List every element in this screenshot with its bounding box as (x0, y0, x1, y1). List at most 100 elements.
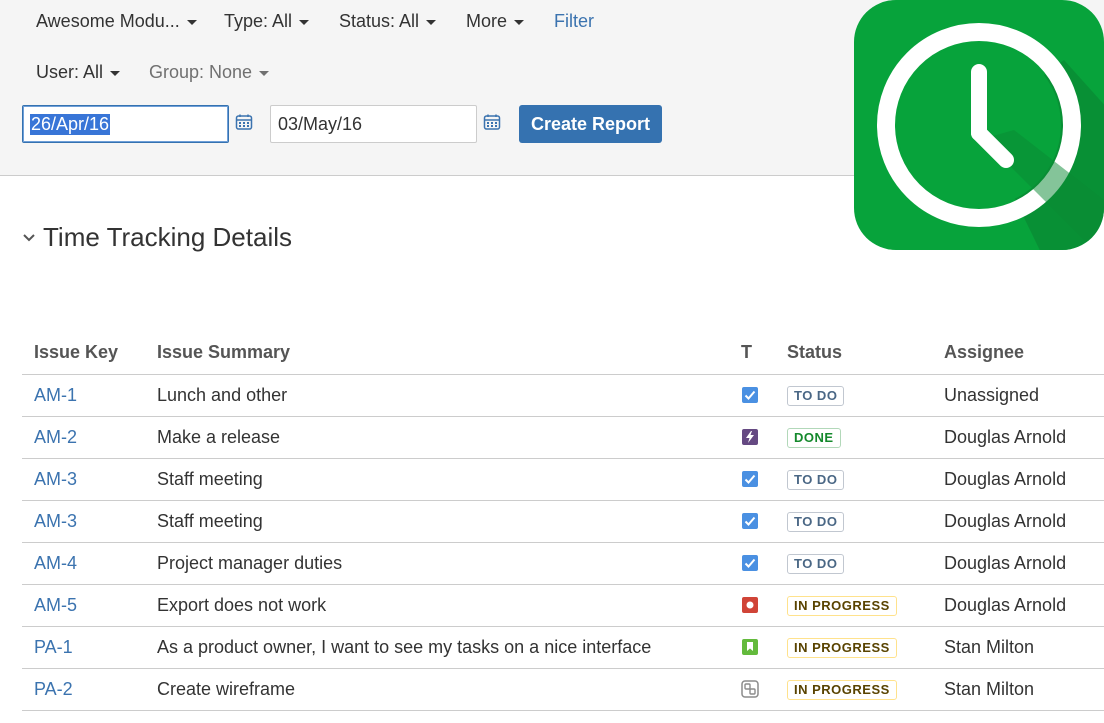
module-filter-dropdown[interactable]: Awesome Modu... (36, 11, 197, 32)
end-date-input[interactable]: 03/May/16 (270, 105, 477, 143)
status-cell: TO DO (775, 500, 932, 543)
issue-summary: As a product owner, I want to see my tas… (145, 626, 729, 669)
table-body: AM-1 Lunch and other TO DO Unassigned AM-2 Ma… (22, 374, 1104, 711)
column-header-type[interactable]: T (729, 332, 775, 375)
status-cell: TO DO (775, 542, 932, 585)
create-report-button[interactable]: Create Report (519, 105, 662, 143)
issue-summary: Make a release (145, 416, 729, 459)
calendar-icon[interactable] (483, 113, 501, 131)
issue-type-cell (729, 500, 775, 543)
status-cell: TO DO (775, 374, 932, 417)
column-header-assignee[interactable]: Assignee (932, 332, 1104, 375)
status-cell: IN PROGRESS (775, 584, 932, 627)
caret-down-icon (514, 19, 525, 25)
issue-type-cell (729, 458, 775, 501)
start-date-input[interactable]: 26/Apr/16 (22, 105, 229, 143)
chevron-down-icon[interactable] (22, 231, 36, 245)
column-header-issue-summary[interactable]: Issue Summary (145, 332, 729, 375)
issue-type-cell (729, 542, 775, 585)
issue-key-link[interactable]: AM-5 (34, 595, 77, 615)
issue-key-link[interactable]: AM-4 (34, 553, 77, 573)
status-lozenge: IN PROGRESS (787, 638, 897, 658)
status-lozenge: IN PROGRESS (787, 596, 897, 616)
bug-icon (742, 597, 758, 613)
epic-icon (742, 429, 758, 445)
time-tracking-table: Issue Key Issue Summary T Status Assigne… (22, 332, 1104, 711)
section-title: Time Tracking Details (43, 222, 292, 252)
issue-summary: Lunch and other (145, 374, 729, 417)
caret-down-icon (186, 19, 197, 25)
status-filter-dropdown[interactable]: Status: All (339, 10, 437, 32)
issue-key-cell: PA-1 (22, 626, 145, 669)
table-header-row: Issue Key Issue Summary T Status Assigne… (22, 332, 1104, 375)
issue-key-cell: AM-2 (22, 416, 145, 459)
module-filter-label: Awesome Modu... (36, 10, 180, 31)
table-row[interactable]: PA-2 Create wireframe IN PROGRESS Stan Milt… (22, 668, 1104, 711)
issue-key-cell: AM-3 (22, 500, 145, 543)
issue-summary: Staff meeting (145, 458, 729, 501)
start-date-value: 26/Apr/16 (30, 113, 111, 135)
issue-type-cell (729, 668, 775, 711)
time-tracking-section-header[interactable]: Time Tracking Details (22, 222, 292, 253)
table-row[interactable]: AM-4 Project manager duties TO DO Douglas A… (22, 542, 1104, 585)
issue-summary: Staff meeting (145, 500, 729, 543)
caret-down-icon (426, 19, 437, 25)
task-icon (742, 555, 758, 571)
calendar-icon[interactable] (235, 113, 253, 131)
more-filter-dropdown[interactable]: More (466, 11, 525, 32)
group-filter-label: Group: None (149, 61, 253, 82)
issue-key-cell: AM-4 (22, 542, 145, 585)
story-icon (742, 639, 758, 655)
issue-key-link[interactable]: AM-3 (34, 469, 77, 489)
table-row[interactable]: AM-1 Lunch and other TO DO Unassigned (22, 374, 1104, 417)
issue-summary: Project manager duties (145, 542, 729, 585)
assignee: Stan Milton (932, 668, 1104, 711)
issue-key-cell: PA-2 (22, 668, 145, 711)
user-filter-dropdown[interactable]: User: All (36, 61, 121, 83)
caret-down-icon (110, 70, 121, 76)
issue-key-link[interactable]: PA-2 (34, 679, 73, 699)
type-filter-label: Type: All (224, 10, 293, 31)
issue-key-link[interactable]: AM-3 (34, 511, 77, 531)
issue-summary: Create wireframe (145, 668, 729, 711)
table-row[interactable]: PA-1 As a product owner, I want to see my… (22, 626, 1104, 669)
status-cell: TO DO (775, 458, 932, 501)
clock-app-logo-icon (854, 0, 1104, 250)
column-header-issue-key[interactable]: Issue Key (22, 332, 145, 375)
table-row[interactable]: AM-3 Staff meeting TO DO Douglas Arnold (22, 500, 1104, 543)
issue-type-cell (729, 374, 775, 417)
end-date-value: 03/May/16 (278, 113, 363, 134)
status-lozenge: TO DO (787, 470, 845, 490)
status-cell: IN PROGRESS (775, 626, 932, 669)
assignee: Unassigned (932, 374, 1104, 417)
filter-link[interactable]: Filter (554, 11, 594, 32)
issue-type-cell (729, 416, 775, 459)
table-row[interactable]: AM-2 Make a release DONE Douglas Arnold (22, 416, 1104, 459)
issue-key-link[interactable]: PA-1 (34, 637, 73, 657)
group-filter-dropdown[interactable]: Group: None (149, 61, 270, 83)
column-header-status[interactable]: Status (775, 332, 932, 375)
table-row[interactable]: AM-3 Staff meeting TO DO Douglas Arnold (22, 458, 1104, 501)
subtask-icon (741, 680, 759, 698)
status-lozenge: TO DO (787, 386, 845, 406)
task-icon (742, 513, 758, 529)
caret-down-icon (259, 70, 270, 76)
issue-key-link[interactable]: AM-1 (34, 385, 77, 405)
issue-key-cell: AM-3 (22, 458, 145, 501)
type-filter-dropdown[interactable]: Type: All (224, 10, 310, 32)
status-cell: IN PROGRESS (775, 668, 932, 711)
issue-key-cell: AM-1 (22, 374, 145, 417)
table-row[interactable]: AM-5 Export does not work IN PROGRESS Dougl… (22, 584, 1104, 627)
task-icon (742, 471, 758, 487)
status-filter-label: Status: All (339, 10, 420, 31)
caret-down-icon (299, 19, 310, 25)
assignee: Douglas Arnold (932, 584, 1104, 627)
issue-key-link[interactable]: AM-2 (34, 427, 77, 447)
assignee: Douglas Arnold (932, 500, 1104, 543)
user-filter-label: User: All (36, 61, 104, 82)
status-cell: DONE (775, 416, 932, 459)
task-icon (742, 387, 758, 403)
status-lozenge: TO DO (787, 554, 845, 574)
issue-type-cell (729, 584, 775, 627)
assignee: Douglas Arnold (932, 416, 1104, 459)
